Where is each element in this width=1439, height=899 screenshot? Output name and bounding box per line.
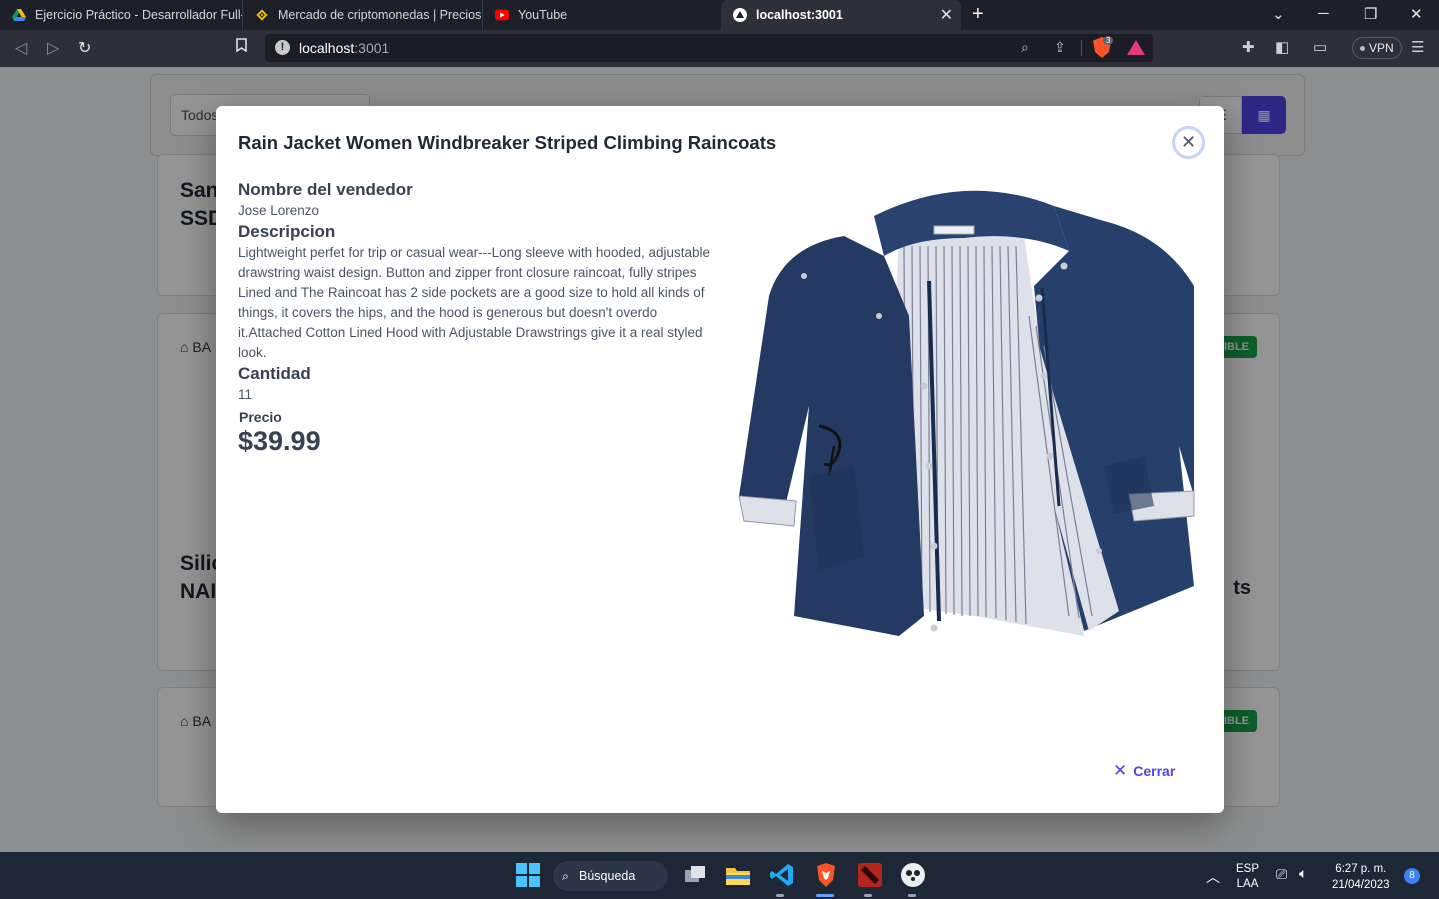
close-tab-icon[interactable]: ✕	[940, 5, 953, 25]
close-icon: ✕	[1113, 761, 1128, 780]
seller-label: Nombre del vendedor	[238, 180, 413, 199]
description-label: Descripcion	[238, 222, 336, 241]
sidebar-icon[interactable]: ◧	[1275, 38, 1289, 56]
bookmark-icon[interactable]	[236, 38, 247, 57]
price-value: $39.99	[238, 426, 321, 456]
url-text: localhost:3001	[299, 40, 390, 56]
volume-icon[interactable]: 🔈︎	[1299, 865, 1307, 882]
product-image	[738, 190, 1195, 636]
browser-tab-strip: Ejercicio Práctico - Desarrollador Full-…	[0, 0, 1439, 30]
brave-rewards-icon[interactable]	[1127, 40, 1145, 55]
description-text: Lightweight perfet for trip or casual we…	[238, 245, 711, 360]
tab-youtube[interactable]: YouTube	[482, 0, 720, 30]
dota-icon[interactable]	[857, 862, 883, 888]
restore-icon[interactable]: ❐	[1364, 5, 1377, 23]
app-running-indicator	[776, 894, 784, 897]
tab-title: Mercado de criptomonedas | Precios y	[278, 8, 482, 22]
extensions-icon[interactable]: ✚	[1242, 38, 1255, 56]
site-info-icon[interactable]: !	[275, 40, 290, 55]
app-running-indicator	[864, 894, 872, 897]
divider	[1081, 40, 1082, 56]
taskbar-search[interactable]: ⌕ Búsqueda	[553, 861, 668, 891]
binance-icon	[255, 8, 269, 22]
tab-drive[interactable]: Ejercicio Práctico - Desarrollador Full-…	[0, 0, 242, 30]
app-running-indicator	[908, 894, 916, 897]
brave-browser-icon[interactable]	[813, 862, 839, 888]
minimize-icon[interactable]: ─	[1318, 5, 1329, 22]
clock[interactable]: 6:27 p. m. 21/04/2023	[1332, 861, 1390, 893]
app-panda-icon[interactable]	[900, 862, 926, 888]
quantity-value: 11	[238, 387, 253, 402]
nextjs-icon	[733, 8, 747, 22]
app-active-indicator	[816, 894, 834, 897]
google-drive-icon	[12, 8, 26, 22]
close-icon[interactable]: ✕	[1172, 126, 1205, 159]
quantity-label: Cantidad	[238, 364, 311, 383]
product-detail-modal: Rain Jacket Women Windbreaker Striped Cl…	[216, 106, 1224, 813]
wallet-icon[interactable]: ▭	[1313, 38, 1327, 56]
menu-icon[interactable]: ☰	[1411, 38, 1424, 56]
close-button[interactable]: ✕ Cerrar	[1113, 761, 1175, 781]
price-label: Precio	[239, 409, 282, 425]
vscode-icon[interactable]	[769, 862, 795, 888]
tab-localhost-active[interactable]: localhost:3001 ✕	[721, 0, 961, 30]
network-icon[interactable]: ⎚	[1276, 866, 1287, 883]
share-icon[interactable]: ⇪	[1054, 39, 1066, 56]
address-bar[interactable]: ! localhost:3001 ⌕ ⇪ 3	[265, 34, 1153, 62]
os-taskbar: ⌕ Búsqueda ︿ ESP LAA ⎚ 🔈︎ 6:27 p. m. 21/…	[0, 852, 1439, 899]
tab-title: Ejercicio Práctico - Desarrollador Full-…	[35, 8, 242, 22]
tray-overflow-icon[interactable]: ︿	[1206, 867, 1220, 887]
product-details: Nombre del vendedor Jose Lorenzo Descrip…	[238, 179, 716, 457]
zoom-icon[interactable]: ⌕	[1021, 39, 1029, 56]
tab-crypto[interactable]: Mercado de criptomonedas | Precios y	[242, 0, 482, 30]
new-tab-icon[interactable]: +	[972, 3, 984, 26]
tab-title: YouTube	[518, 8, 568, 22]
shield-count-badge: 3	[1103, 36, 1114, 45]
browser-toolbar: ◁ ▷ ↻ ! localhost:3001 ⌕ ⇪ 3 ✚ ◧ ▭ VPN ☰	[0, 30, 1439, 67]
back-icon[interactable]: ◁	[15, 38, 27, 58]
tab-search-chevron-icon[interactable]: ⌄	[1272, 5, 1285, 23]
vpn-button[interactable]: VPN	[1352, 37, 1402, 59]
notification-badge[interactable]: 8	[1404, 868, 1420, 884]
search-icon: ⌕	[562, 869, 570, 883]
youtube-icon	[495, 8, 509, 22]
close-window-icon[interactable]: ✕	[1410, 5, 1423, 23]
tab-title: localhost:3001	[756, 8, 843, 22]
seller-name: Jose Lorenzo	[238, 203, 320, 218]
modal-title: Rain Jacket Women Windbreaker Striped Cl…	[238, 132, 777, 153]
reload-icon[interactable]: ↻	[78, 38, 91, 58]
file-explorer-icon[interactable]	[725, 862, 751, 888]
language-indicator[interactable]: ESP LAA	[1236, 862, 1259, 892]
forward-icon[interactable]: ▷	[47, 38, 59, 58]
windows-start-icon[interactable]	[515, 862, 541, 888]
task-view-icon[interactable]	[682, 862, 708, 888]
